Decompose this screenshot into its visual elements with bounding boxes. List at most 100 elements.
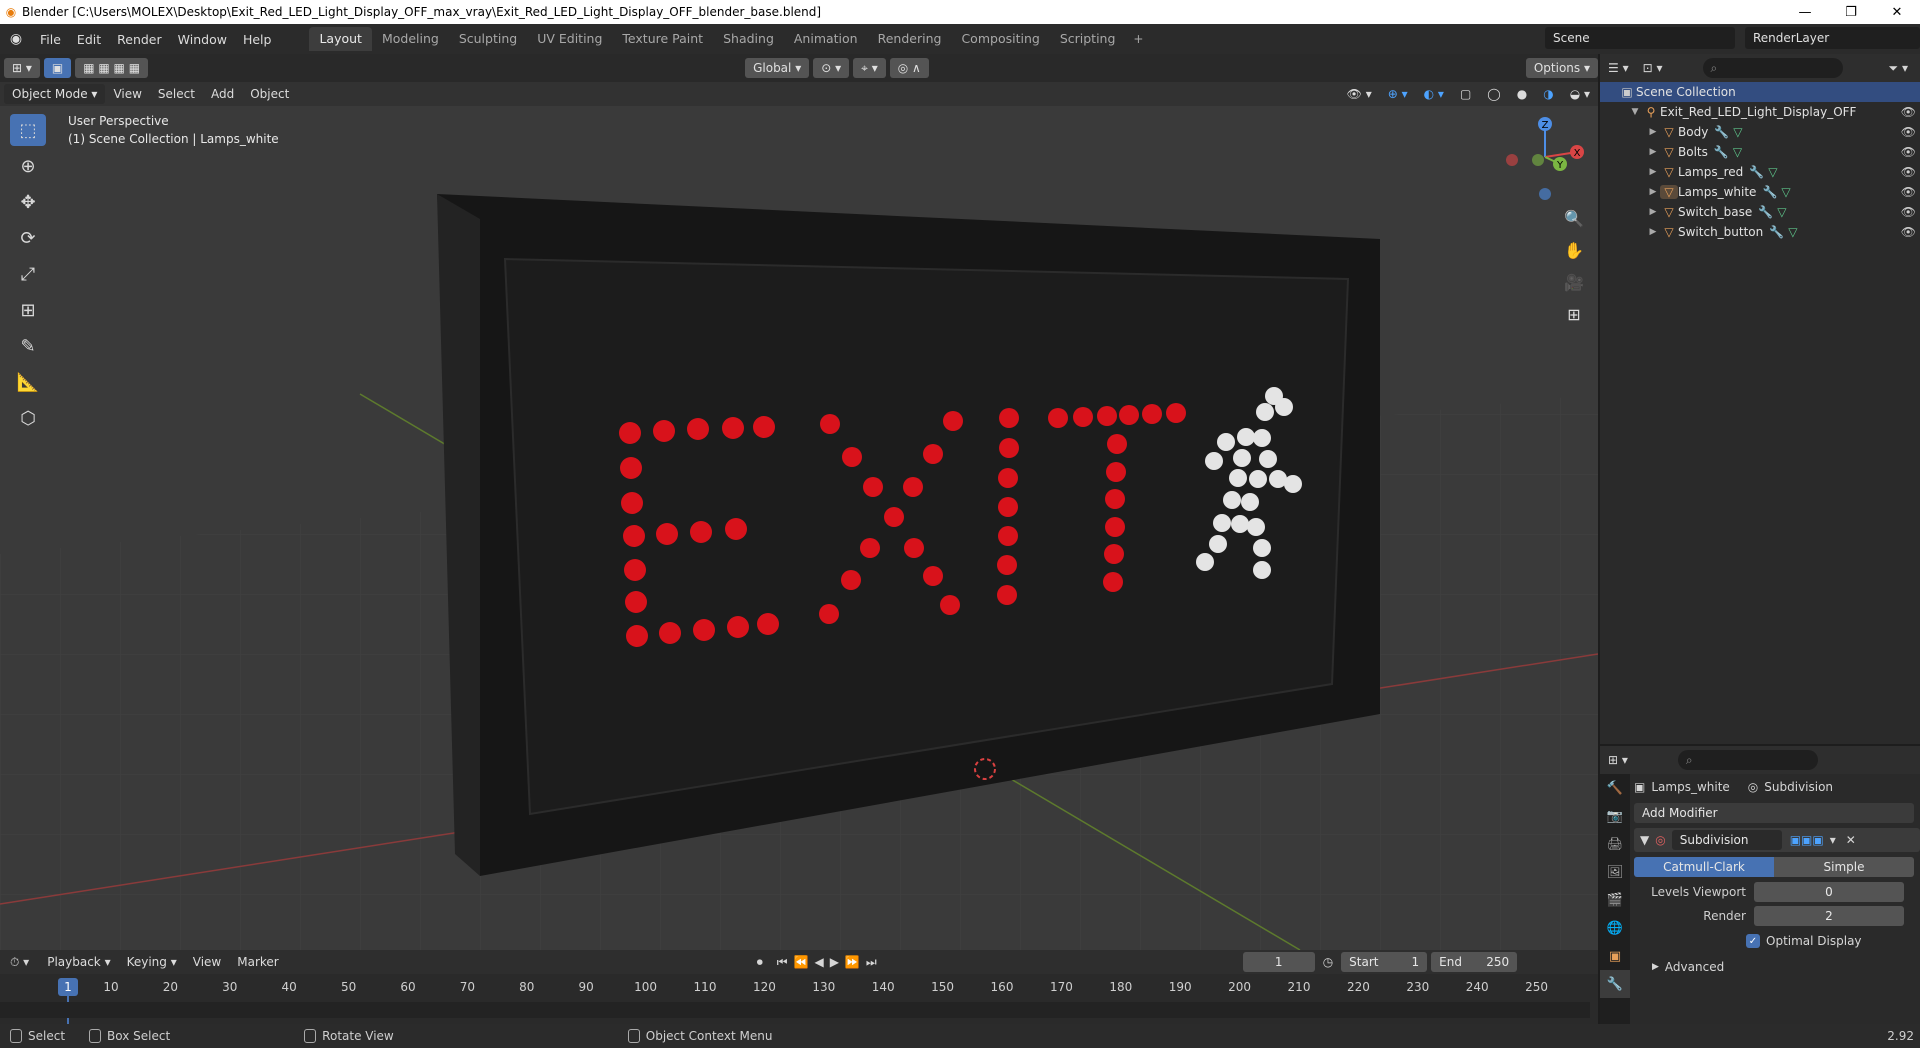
tool-tab-icon[interactable]: 🔨 <box>1600 774 1630 802</box>
tab-compositing[interactable]: Compositing <box>951 27 1049 51</box>
view-menu[interactable]: View <box>105 87 149 101</box>
select-box-tool-icon[interactable]: ⬚ <box>10 114 46 146</box>
select-mode-icon[interactable]: ▣ <box>43 58 72 78</box>
expand-down-icon[interactable]: ▼ <box>1628 107 1642 117</box>
eye-icon[interactable]: 👁 <box>1901 185 1916 199</box>
menu-edit[interactable]: Edit <box>69 32 109 47</box>
optimal-display-checkbox[interactable]: ✓ <box>1746 934 1760 948</box>
add-menu[interactable]: Add <box>203 87 242 101</box>
shading-rendered-icon[interactable]: ◒ ▾ <box>1562 87 1598 101</box>
measure-tool-icon[interactable]: 📐 <box>10 366 46 398</box>
timeline-editor-icon[interactable]: ⏱ ▾ <box>10 955 29 970</box>
playback-controls-icon[interactable]: ⏮⏪◀▶⏩⏭ <box>777 955 883 970</box>
modifier-visibility-icons[interactable]: ▣▣▣ <box>1790 833 1824 847</box>
tab-modeling[interactable]: Modeling <box>372 27 449 51</box>
shading-material-icon[interactable]: ◑ <box>1535 87 1561 101</box>
modifier-dropdown-icon[interactable]: ▾ <box>1830 833 1836 847</box>
object-tab-icon[interactable]: ▣ <box>1600 942 1630 970</box>
proportional-edit-icon[interactable]: ◎ ∧ <box>889 58 929 78</box>
tab-animation[interactable]: Animation <box>784 27 868 51</box>
end-frame-field[interactable]: End 250 <box>1431 952 1518 972</box>
transform-tool-icon[interactable]: ⊞ <box>10 294 46 326</box>
tab-uv-editing[interactable]: UV Editing <box>527 27 612 51</box>
modifier-tab-icon[interactable]: 🔧 <box>1600 970 1630 998</box>
outliner-item-switch-base[interactable]: ▶ ▽ Switch_base 🔧 ▽ 👁 <box>1600 202 1920 222</box>
properties-search-input[interactable]: ⌕ <box>1677 750 1818 770</box>
select-menu[interactable]: Select <box>150 87 203 101</box>
expand-right-icon[interactable]: ▶ <box>1646 207 1660 217</box>
tab-sculpting[interactable]: Sculpting <box>449 27 527 51</box>
eye-icon[interactable]: 👁 <box>1901 205 1916 219</box>
playback-menu[interactable]: Playback ▾ <box>39 955 118 969</box>
expand-right-icon[interactable]: ▶ <box>1646 167 1660 177</box>
zoom-icon[interactable]: 🔍 <box>1560 204 1588 232</box>
editor-type-icon[interactable]: ⊞ ▾ <box>4 58 40 78</box>
scale-tool-icon[interactable]: ⤢ <box>10 258 46 290</box>
pan-hand-icon[interactable]: ✋ <box>1560 236 1588 264</box>
cursor-tool-icon[interactable]: ⊕ <box>10 150 46 182</box>
menu-window[interactable]: Window <box>170 32 235 47</box>
eye-icon[interactable]: 👁 <box>1901 145 1916 159</box>
scene-tab-icon[interactable]: 🎬 <box>1600 886 1630 914</box>
levels-viewport-field[interactable]: 0 <box>1754 882 1904 902</box>
render-tab-icon[interactable]: 📷 <box>1600 802 1630 830</box>
ortho-grid-icon[interactable]: ⊞ <box>1560 300 1588 328</box>
tab-scripting[interactable]: Scripting <box>1050 27 1126 51</box>
transform-orientation-dropdown[interactable]: Global ▾ <box>745 58 810 78</box>
world-tab-icon[interactable]: 🌐 <box>1600 914 1630 942</box>
outliner-search-input[interactable]: ⌕ <box>1702 58 1843 78</box>
maximize-button[interactable]: ❐ <box>1828 0 1874 24</box>
overlay-toggle-icon[interactable]: ◐ ▾ <box>1416 87 1452 101</box>
eye-icon[interactable]: 👁 <box>1901 225 1916 239</box>
annotate-tool-icon[interactable]: ✎ <box>10 330 46 362</box>
snap-icon[interactable]: ⌖ ▾ <box>853 58 886 78</box>
add-workspace-icon[interactable]: + <box>1125 27 1151 51</box>
outliner-editor-icon[interactable]: ☰ ▾ <box>1608 61 1629 75</box>
rotate-tool-icon[interactable]: ⟳ <box>10 222 46 254</box>
properties-editor-icon[interactable]: ⊞ ▾ <box>1608 753 1628 767</box>
3d-viewport[interactable]: ⊞ ▾ ▣ ▦ ▦ ▦ ▦ Global ▾ ⊙ ▾ ⌖ ▾ ◎ ∧ Optio… <box>0 54 1598 950</box>
playhead[interactable]: 1 <box>58 978 78 996</box>
minimize-button[interactable]: — <box>1782 0 1828 24</box>
gizmo-toggle-icon[interactable]: ⊕ ▾ <box>1380 87 1416 101</box>
mode-dropdown[interactable]: Object Mode ▾ <box>4 84 106 104</box>
xray-icon[interactable]: ▢ <box>1452 87 1479 101</box>
expand-right-icon[interactable]: ▶ <box>1646 127 1660 137</box>
menu-file[interactable]: File <box>32 32 69 47</box>
advanced-section[interactable]: ▶ Advanced <box>1634 956 1920 978</box>
eye-icon[interactable]: 👁 <box>1901 165 1916 179</box>
marker-menu[interactable]: Marker <box>229 955 286 969</box>
eye-icon[interactable]: 👁 <box>1901 105 1916 119</box>
tab-rendering[interactable]: Rendering <box>868 27 952 51</box>
catmull-clark-button[interactable]: Catmull-Clark <box>1634 857 1774 877</box>
move-tool-icon[interactable]: ✥ <box>10 186 46 218</box>
modifier-name-input[interactable]: Subdivision <box>1671 830 1782 850</box>
object-menu[interactable]: Object <box>242 87 297 101</box>
record-icon[interactable]: ⏺ <box>757 955 763 970</box>
menu-help[interactable]: Help <box>235 32 280 47</box>
shading-wireframe-icon[interactable]: ◯ <box>1479 87 1508 101</box>
expand-right-icon[interactable]: ▶ <box>1646 227 1660 237</box>
visibility-icon[interactable]: 👁 ▾ <box>1339 87 1380 101</box>
add-cube-tool-icon[interactable]: ⬡ <box>10 402 46 434</box>
blender-menu-icon[interactable]: ◉ <box>0 31 32 47</box>
close-button[interactable]: ✕ <box>1874 0 1920 24</box>
clock-icon[interactable]: ◷ <box>1323 955 1333 969</box>
tab-shading[interactable]: Shading <box>713 27 784 51</box>
output-tab-icon[interactable]: 🖨 <box>1600 830 1630 858</box>
outliner-item-lamps-red[interactable]: ▶ ▽ Lamps_red 🔧 ▽ 👁 <box>1600 162 1920 182</box>
collapse-icon[interactable]: ▼ <box>1640 833 1649 847</box>
navigation-gizmo[interactable]: Z X Y <box>1500 112 1590 202</box>
shading-solid-icon[interactable]: ● <box>1509 87 1535 101</box>
tab-layout[interactable]: Layout <box>309 27 372 51</box>
expand-right-icon[interactable]: ▶ <box>1646 187 1660 197</box>
select-mode-options-icon[interactable]: ▦ ▦ ▦ ▦ <box>75 58 149 78</box>
simple-button[interactable]: Simple <box>1774 857 1914 877</box>
timeline-view-menu[interactable]: View <box>185 955 229 969</box>
filter-icon[interactable]: ⏷ ▾ <box>1889 61 1908 76</box>
current-frame-field[interactable]: 1 <box>1242 952 1315 972</box>
menu-render[interactable]: Render <box>109 32 170 47</box>
eye-icon[interactable]: 👁 <box>1901 125 1916 139</box>
outliner-collection-row[interactable]: ▼ ⚲ Exit_Red_LED_Light_Display_OFF 👁 <box>1600 102 1920 122</box>
render-layer-selector[interactable]: RenderLayer <box>1745 27 1920 49</box>
